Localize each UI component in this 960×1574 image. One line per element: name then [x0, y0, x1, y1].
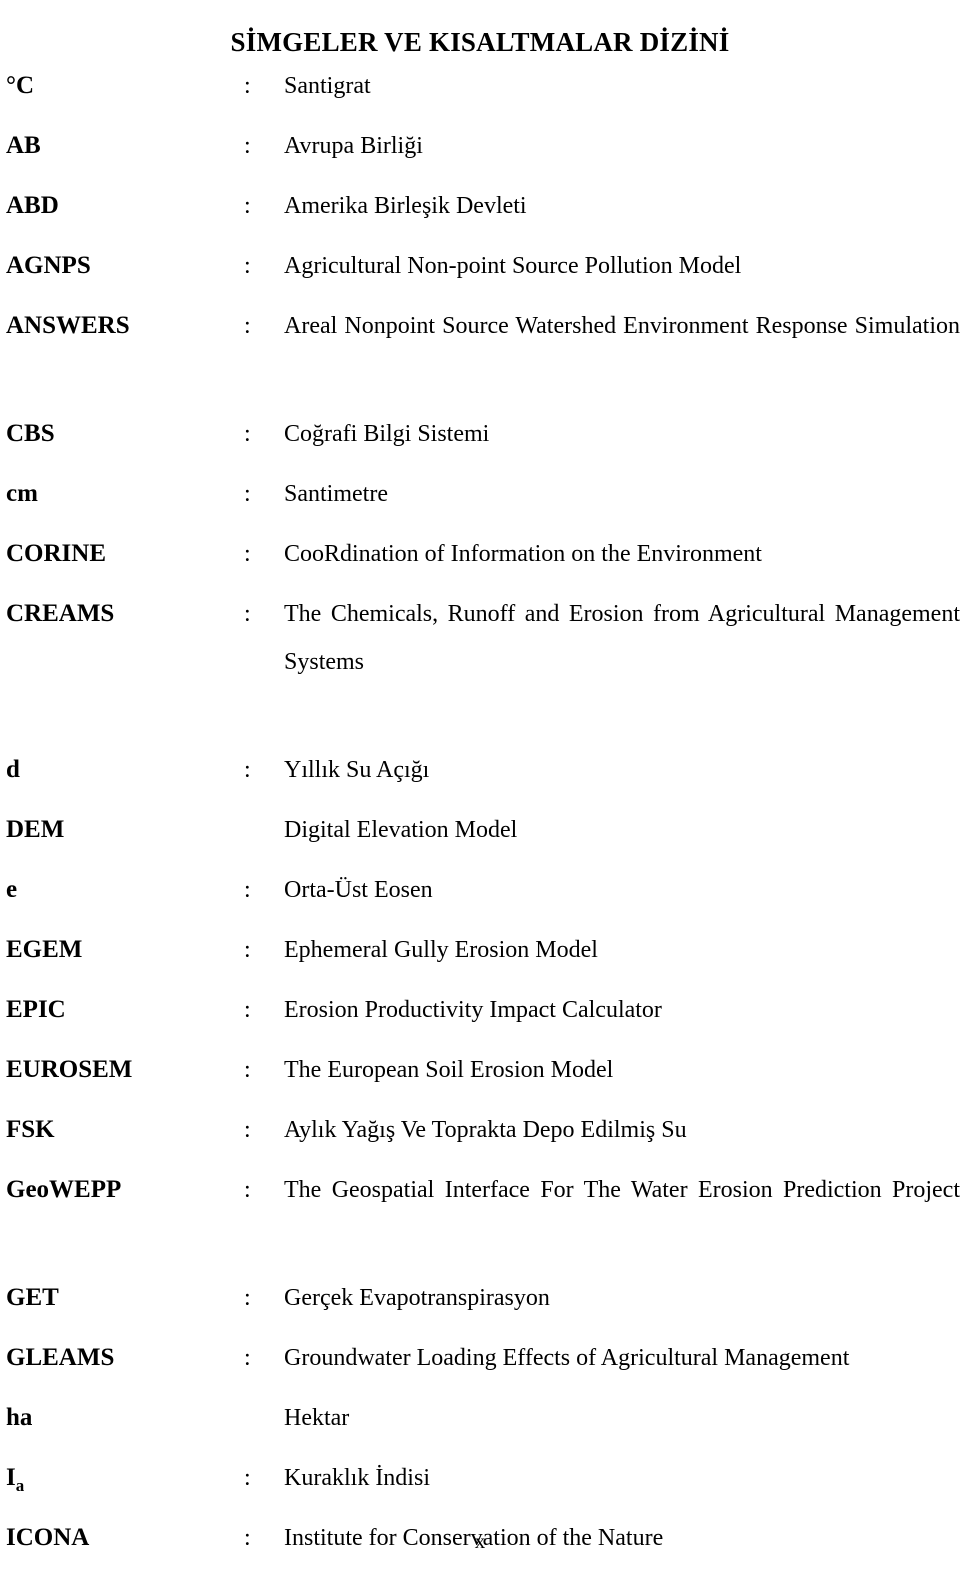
document-page: SİMGELER VE KISALTMALAR DİZİNİ °C: Santig… [0, 0, 960, 1569]
page-number: x [474, 1529, 486, 1553]
abbreviation-term: e [6, 876, 18, 903]
abbreviation-term: d [6, 756, 20, 783]
abbreviation-row: °C: Santigrat [0, 62, 960, 110]
abbreviation-separator: : [244, 73, 251, 99]
abbreviation-definition: Kuraklık İndisi [284, 1465, 430, 1491]
abbreviation-definition: Groundwater Loading Effects of Agricultu… [284, 1345, 850, 1371]
abbreviation-definition: Yıllık Su Açığı [284, 757, 430, 783]
abbreviation-term: CORINE [6, 540, 107, 567]
abbreviation-separator: : [244, 997, 251, 1023]
abbreviation-separator: : [244, 313, 251, 339]
abbreviation-definition: Coğrafi Bilgi Sistemi [284, 421, 490, 447]
abbreviation-term: FSK [6, 1116, 55, 1143]
abbreviation-definition: The European Soil Erosion Model [284, 1057, 614, 1083]
abbreviation-term: ANSWERS [6, 312, 130, 339]
abbreviation-term: AGNPS [6, 252, 91, 279]
abbreviation-row: AB: Avrupa Birliği [0, 122, 960, 170]
abbreviation-definition: CooRdination of Information on the Envir… [284, 541, 762, 567]
abbreviation-definition: The Geospatial Interface For The Water E… [284, 1177, 960, 1203]
abbreviation-definition: Amerika Birleşik Devleti [284, 193, 527, 219]
abbreviation-row: CORINE: CooRdination of Information on th… [0, 530, 960, 578]
abbreviation-separator: : [244, 193, 251, 219]
abbreviation-definition: The Chemicals, Runoff and Erosion from A… [284, 601, 960, 675]
abbreviation-term: GET [6, 1284, 59, 1311]
abbreviation-term: DEM [6, 816, 65, 843]
abbreviation-definition: Aylık Yağış Ve Toprakta Depo Edilmiş Su [284, 1117, 687, 1143]
abbreviation-row: ANSWERS: Areal Nonpoint Source Watershed … [0, 302, 960, 398]
abbreviation-definition: Areal Nonpoint Source Watershed Environm… [284, 313, 960, 339]
abbreviation-separator: : [244, 1057, 251, 1083]
abbreviation-separator: : [244, 253, 251, 279]
abbreviation-row: d: Yıllık Su Açığı [0, 746, 960, 794]
abbreviation-row: AGNPS: Agricultural Non-point Source Poll… [0, 242, 960, 290]
abbreviation-definition: Agricultural Non-point Source Pollution … [284, 253, 742, 279]
abbreviation-term: CBS [6, 420, 55, 447]
abbreviation-term: GeoWEPP [6, 1176, 122, 1203]
abbreviation-separator: : [244, 937, 251, 963]
abbreviation-separator: : [244, 1117, 251, 1143]
abbreviation-row: ha Hektar [0, 1394, 960, 1442]
abbreviation-definition: Erosion Productivity Impact Calculator [284, 997, 662, 1023]
abbreviation-separator: : [244, 481, 251, 507]
abbreviation-definition: Avrupa Birliği [284, 133, 423, 159]
abbreviation-definition: Digital Elevation Model [284, 817, 518, 843]
abbreviation-row: GLEAMS: Groundwater Loading Effects of Ag… [0, 1334, 960, 1382]
abbreviation-row: CBS: Coğrafi Bilgi Sistemi [0, 410, 960, 458]
abbreviation-definition: Gerçek Evapotranspirasyon [284, 1285, 550, 1311]
abbreviation-definition: Ephemeral Gully Erosion Model [284, 937, 598, 963]
abbreviation-separator: : [244, 1177, 251, 1203]
abbreviation-separator: : [244, 601, 251, 627]
abbreviation-row: EUROSEM: The European Soil Erosion Model [0, 1046, 960, 1094]
abbreviation-separator: : [244, 541, 251, 567]
abbreviation-term: cm [6, 480, 38, 507]
abbreviation-term: EPIC [6, 996, 66, 1023]
abbreviation-definition: Hektar [284, 1405, 350, 1431]
abbreviation-separator: : [244, 421, 251, 447]
abbreviation-row: FSK: Aylık Yağış Ve Toprakta Depo Edilmiş… [0, 1106, 960, 1154]
abbreviation-term: EGEM [6, 936, 83, 963]
abbreviation-term: ha [6, 1404, 33, 1431]
abbreviation-row: DEM Digital Elevation Model [0, 806, 960, 854]
abbreviation-row: cm: Santimetre [0, 470, 960, 518]
page-title: SİMGELER VE KISALTMALAR DİZİNİ [230, 27, 730, 58]
abbreviation-row: e: Orta-Üst Eosen [0, 866, 960, 914]
abbreviation-term: GLEAMS [6, 1344, 115, 1371]
abbreviation-term: AB [6, 132, 41, 159]
abbreviation-row: Ia: Kuraklık İndisi [0, 1454, 960, 1502]
abbreviation-separator: : [244, 757, 251, 783]
abbreviation-row: EGEM: Ephemeral Gully Erosion Model [0, 926, 960, 974]
abbreviation-definition: Santimetre [284, 481, 388, 507]
abbreviation-separator: : [244, 877, 251, 903]
abbreviation-term: CREAMS [6, 600, 115, 627]
abbreviation-row: ABD: Amerika Birleşik Devleti [0, 182, 960, 230]
abbreviation-term: EUROSEM [6, 1056, 133, 1083]
abbreviation-list: °C: Santigrat AB: Avrupa Birliği ABD: Amerika… [0, 62, 960, 1574]
abbreviation-row: CREAMS: The Chemicals, Runoff and Erosion… [0, 590, 960, 734]
abbreviation-row: GeoWEPP: The Geospatial Interface For The… [0, 1166, 960, 1262]
abbreviation-separator: : [244, 1465, 251, 1491]
abbreviation-definition: Santigrat [284, 73, 371, 99]
abbreviation-term: Ia [6, 1464, 25, 1495]
abbreviation-definition: Orta-Üst Eosen [284, 877, 433, 903]
abbreviation-term-subscript: a [15, 1476, 25, 1495]
abbreviation-separator: : [244, 1285, 251, 1311]
abbreviation-row: GET: Gerçek Evapotranspirasyon [0, 1274, 960, 1322]
abbreviation-term: °C [6, 72, 35, 99]
abbreviation-separator: : [244, 133, 251, 159]
abbreviation-term: ABD [6, 192, 59, 219]
abbreviation-row: EPIC: Erosion Productivity Impact Calcula… [0, 986, 960, 1034]
abbreviation-separator: : [244, 1345, 251, 1371]
